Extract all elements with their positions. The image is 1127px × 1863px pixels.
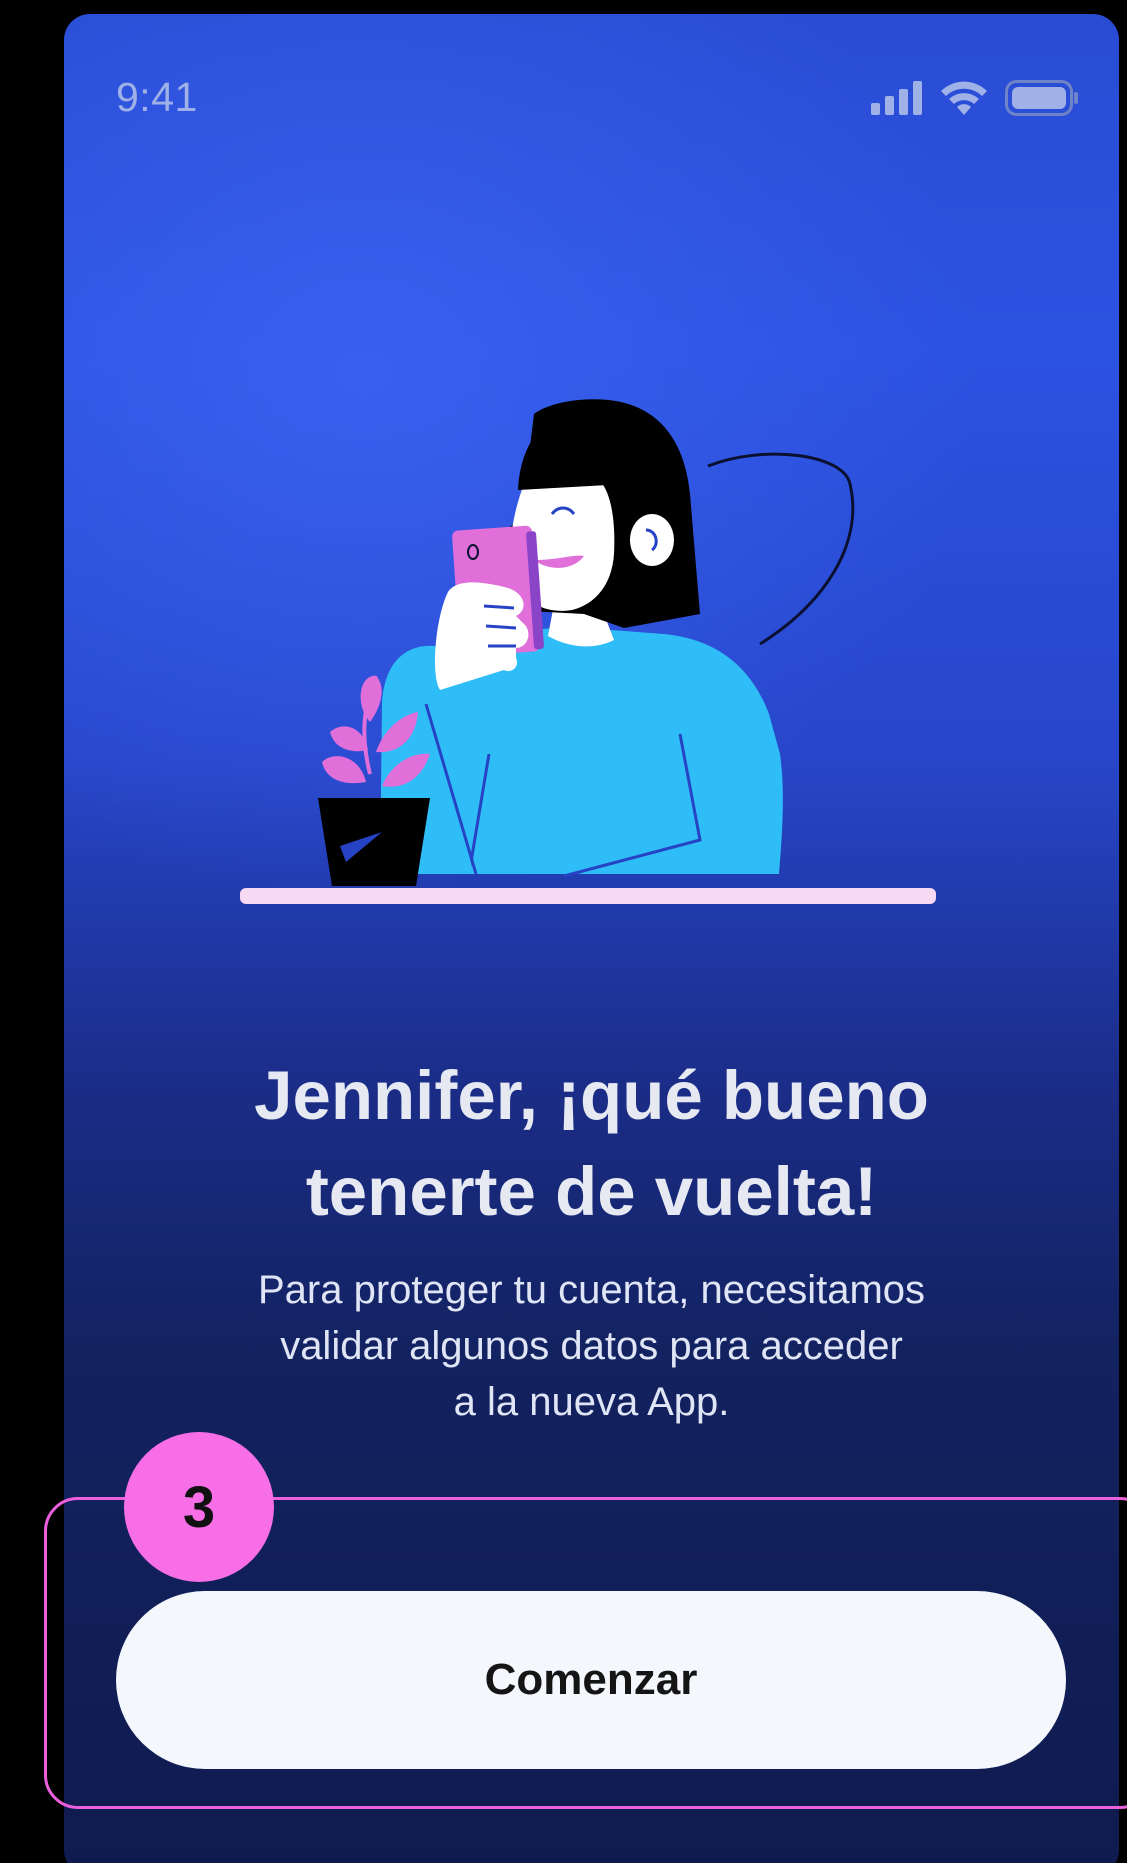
ear	[630, 514, 674, 566]
screen: 9:41 Jennifer, ¡qué bueno tenerte de vue…	[0, 0, 1127, 1863]
woman-figure	[380, 399, 783, 878]
welcome-title-line-1: Jennifer, ¡qué bueno	[254, 1057, 929, 1134]
welcome-subtitle-line-3: a la nueva App.	[453, 1380, 730, 1424]
finger-line-1	[483, 604, 515, 610]
desk-surface	[240, 888, 936, 904]
step-number-badge: 3	[124, 1432, 274, 1582]
start-button[interactable]: Comenzar	[116, 1591, 1066, 1769]
welcome-title: Jennifer, ¡qué bueno tenerte de vuelta!	[64, 1048, 1119, 1240]
woman-holding-phone-illustration	[240, 399, 936, 904]
welcome-subtitle: Para proteger tu cuenta, necesitamos val…	[164, 1262, 1019, 1430]
welcome-subtitle-line-1: Para proteger tu cuenta, necesitamos	[257, 1268, 926, 1312]
welcome-title-line-2: tenerte de vuelta!	[305, 1153, 878, 1230]
finger-line-2	[485, 624, 517, 630]
decorative-swoosh	[707, 452, 855, 646]
plant-pot	[318, 798, 430, 886]
welcome-subtitle-line-2: validar algunos datos para acceder	[280, 1324, 903, 1368]
